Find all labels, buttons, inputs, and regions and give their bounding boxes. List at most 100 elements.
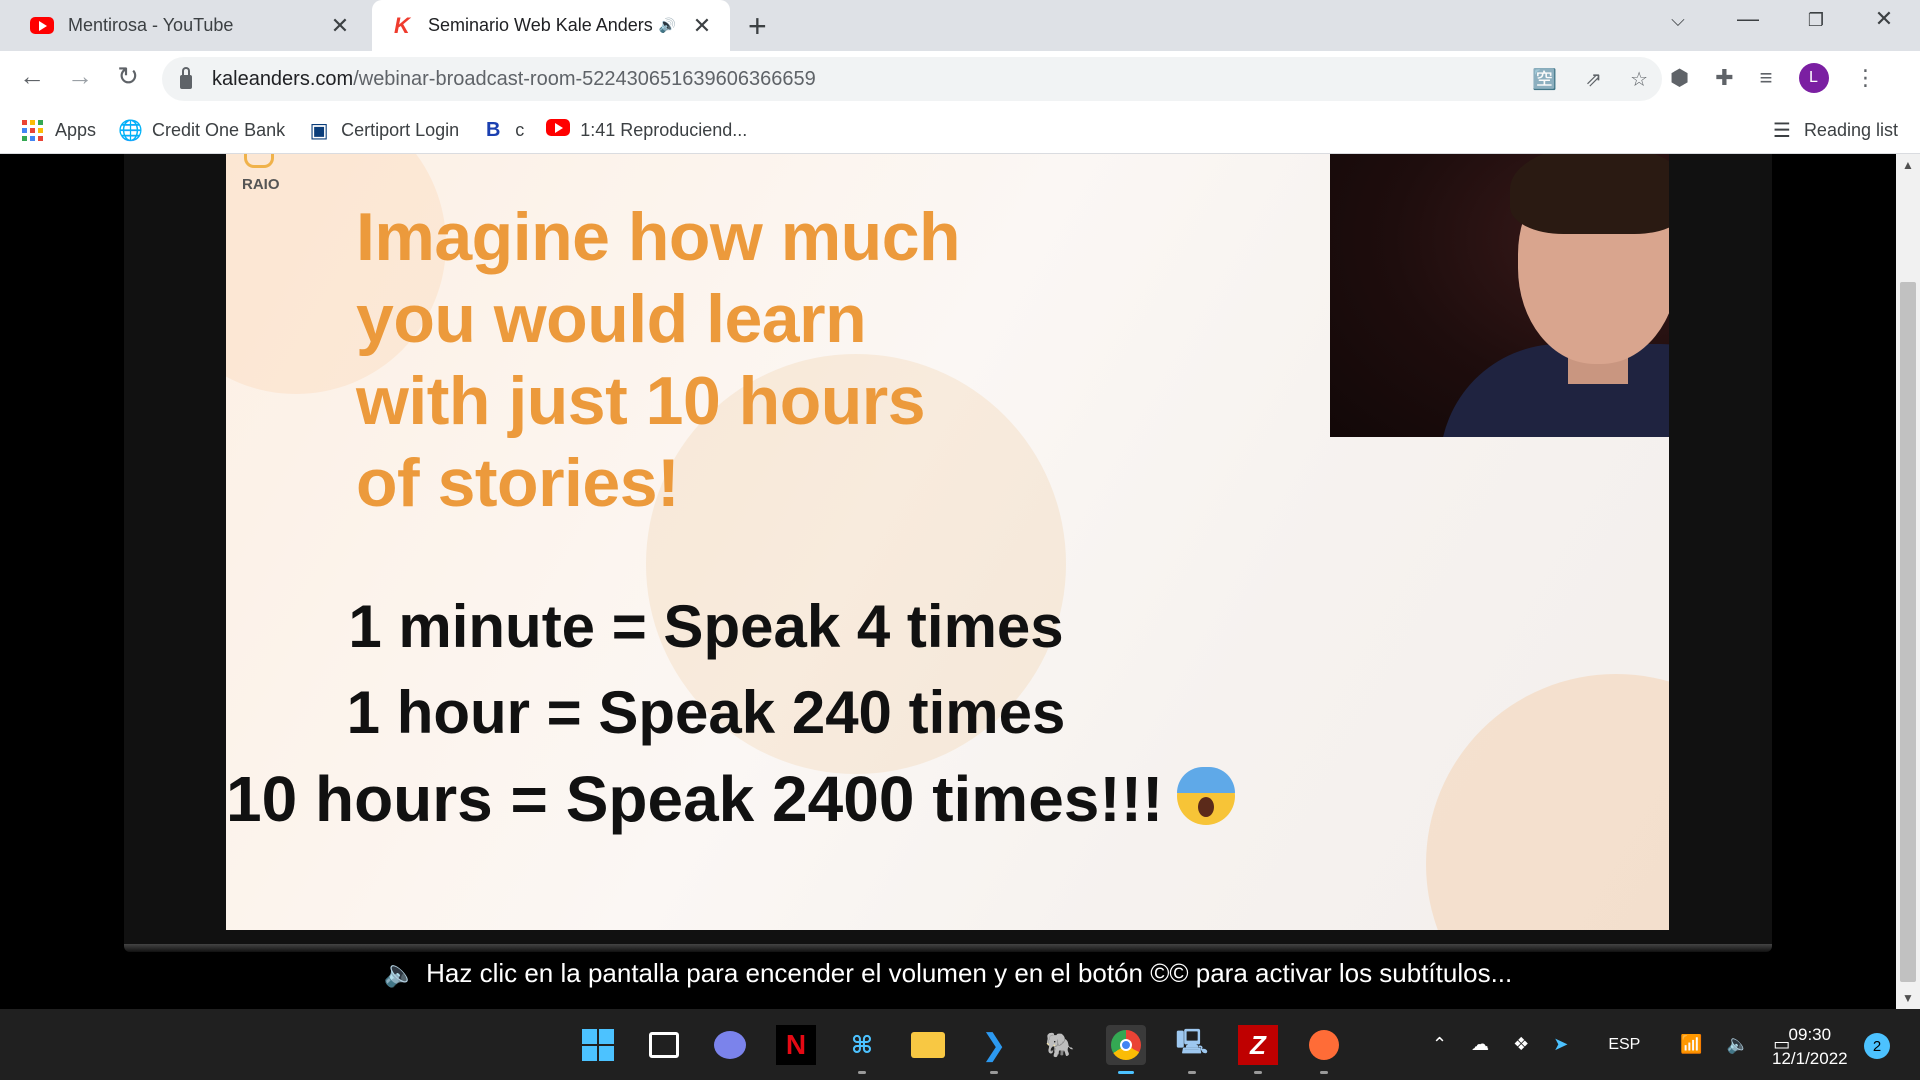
show-hidden-icons-chevron-icon[interactable]: ⌃ <box>1432 1034 1447 1055</box>
bookmark-star-icon[interactable]: ☆ <box>1630 67 1648 92</box>
player-bottom-edge <box>124 944 1772 952</box>
tab-search-icon[interactable]: ⌵ <box>1658 10 1698 31</box>
extension-shield-icon[interactable]: ⬢ <box>1670 65 1689 91</box>
bookmarks-bar: Apps 🌐 Credit One Bank ▣ Certiport Login… <box>0 107 1920 154</box>
remote-desktop-icon[interactable]: 🖳 <box>1172 1025 1212 1074</box>
dropbox-icon[interactable]: ❖ <box>1513 1034 1529 1055</box>
clock-time: 09:30 <box>1788 1025 1832 1044</box>
b-icon: B <box>485 118 501 141</box>
browser-toolbar: ← → ↻ kaleanders.com/webinar-broadcast-r… <box>0 51 1920 107</box>
reload-icon[interactable]: ↻ <box>110 61 146 92</box>
headline-line: of stories! <box>356 445 680 521</box>
back-arrow-icon[interactable]: ← <box>14 61 50 92</box>
kale-anders-icon: K <box>394 12 410 38</box>
presenter-video[interactable] <box>1330 154 1669 437</box>
presenter-hair <box>1510 154 1669 234</box>
volume-hint[interactable]: 🔈 Haz clic en la pantalla para encender e… <box>0 958 1896 989</box>
bookmark-youtube[interactable]: 1:41 Reproduciend... <box>546 118 748 142</box>
fact-line: 1 hour = Speak 240 times <box>346 679 1066 746</box>
extensions-puzzle-icon[interactable]: ✚ <box>1715 65 1733 91</box>
onedrive-cloud-icon[interactable]: ☁ <box>1471 1034 1489 1055</box>
bookmark-apps[interactable]: Apps <box>22 119 97 141</box>
filezilla-icon[interactable]: Z <box>1238 1025 1278 1074</box>
postman-icon[interactable] <box>1304 1025 1344 1074</box>
headline-line: Imagine how much <box>356 199 961 275</box>
close-tab-icon[interactable]: ✕ <box>690 13 714 39</box>
address-bar[interactable]: kaleanders.com/webinar-broadcast-room-52… <box>162 57 1662 101</box>
slide-headline: Imagine how much you would learn with ju… <box>356 196 1076 524</box>
url-host: kaleanders.com <box>212 67 354 90</box>
chrome-icon[interactable] <box>1106 1025 1146 1074</box>
bookmark-credit-one[interactable]: 🌐 Credit One Bank <box>118 118 285 143</box>
tab-strip: Mentirosa - YouTube ✕ K Seminario Web Ka… <box>0 0 1920 51</box>
network-app-icon[interactable]: ⌘ <box>842 1025 882 1074</box>
language-indicator[interactable]: ESP <box>1608 1036 1640 1054</box>
headline-line: you would learn <box>356 281 867 357</box>
vscode-icon[interactable]: ❯ <box>974 1025 1014 1074</box>
presenter-shirt <box>1440 344 1669 437</box>
minimize-icon[interactable]: — <box>1728 6 1768 32</box>
clock[interactable]: 09:30 12/1/2022 <box>1772 1023 1848 1071</box>
wifi-icon[interactable]: 📶 <box>1680 1034 1702 1055</box>
fact-line: 10 hours = Speak 2400 times!!! <box>226 763 1164 835</box>
slide-facts: 1 minute = Speak 4 times 1 hour = Speak … <box>226 584 1236 842</box>
screaming-face-emoji-icon <box>1177 767 1236 825</box>
speaker-icon: 🔈 <box>383 958 417 988</box>
bookmark-c[interactable]: B c <box>481 119 524 142</box>
windows-start-icon[interactable] <box>578 1025 618 1065</box>
clock-date: 12/1/2022 <box>1772 1049 1848 1068</box>
translate-icon[interactable]: 🈳 <box>1532 67 1557 92</box>
menu-kebab-icon[interactable]: ⋮ <box>1855 65 1877 91</box>
netflix-icon[interactable]: N <box>776 1025 816 1065</box>
profile-avatar[interactable]: L <box>1798 63 1829 93</box>
bookmark-label: 1:41 Reproduciend... <box>580 119 748 140</box>
file-explorer-icon[interactable] <box>908 1025 948 1065</box>
fact-line: 1 minute = Speak 4 times <box>348 593 1064 660</box>
media-queue-icon[interactable]: ≡ <box>1760 65 1773 91</box>
tab-webinar[interactable]: K Seminario Web Kale Anders 🔊 ✕ <box>372 0 730 51</box>
apps-grid-icon <box>22 119 43 141</box>
scroll-down-arrow-icon[interactable]: ▼ <box>1896 991 1920 1005</box>
reading-list[interactable]: ☰ Reading list <box>1770 118 1898 143</box>
close-tab-icon[interactable]: ✕ <box>328 13 352 39</box>
hint-text: Haz clic en la pantalla para encender el… <box>426 958 1513 988</box>
page-scrollbar[interactable]: ▲ ▼ <box>1896 154 1920 1009</box>
forward-arrow-icon[interactable]: → <box>62 61 98 92</box>
system-tray: ⌃ ☁ ❖ ➤ ESP 📶 🔈 ▭ <box>1432 1009 1790 1080</box>
url-path: /webinar-broadcast-room-5224306516396063… <box>353 67 816 90</box>
youtube-icon <box>546 118 571 142</box>
bookmark-label: c <box>515 119 525 140</box>
windows-taskbar: N ⌘ ❯ 🐘 🖳 Z ⌃ ☁ ❖ ➤ ESP 📶 🔈 ▭ 09:30 12/1… <box>0 1009 1920 1080</box>
raio-logo-icon <box>244 154 274 168</box>
notification-badge[interactable]: 2 <box>1864 1033 1890 1059</box>
bookmark-label: Apps <box>55 119 97 140</box>
reading-list-label: Reading list <box>1803 119 1898 140</box>
reading-list-icon: ☰ <box>1772 119 1791 142</box>
postgres-icon[interactable]: 🐘 <box>1040 1025 1080 1065</box>
youtube-icon <box>30 14 54 38</box>
scroll-up-arrow-icon[interactable]: ▲ <box>1896 158 1920 172</box>
new-tab-button[interactable]: + <box>748 8 767 45</box>
tab-youtube[interactable]: Mentirosa - YouTube ✕ <box>0 0 368 51</box>
tab-title: Seminario Web Kale Anders <box>428 15 653 35</box>
share-icon[interactable]: ⇗ <box>1585 67 1602 92</box>
task-view-icon[interactable] <box>644 1025 684 1065</box>
certiport-icon: ▣ <box>309 119 329 142</box>
tab-title: Mentirosa - YouTube <box>68 15 234 35</box>
location-arrow-icon[interactable]: ➤ <box>1553 1034 1568 1055</box>
brand-label: RAIO <box>242 176 280 193</box>
fact-line-highlight: 10 hours = Speak 2400 times!!! <box>226 756 1236 842</box>
scroll-thumb[interactable] <box>1900 282 1916 982</box>
bookmark-label: Credit One Bank <box>152 119 286 140</box>
lock-icon[interactable] <box>180 67 192 89</box>
restore-icon[interactable]: ❐ <box>1796 10 1836 31</box>
bookmark-label: Certiport Login <box>341 119 460 140</box>
audio-playing-icon[interactable]: 🔊 <box>659 17 676 34</box>
globe-icon: 🌐 <box>118 119 143 142</box>
teams-chat-icon[interactable] <box>710 1025 750 1065</box>
bookmark-certiport[interactable]: ▣ Certiport Login <box>307 118 460 143</box>
headline-line: with just 10 hours <box>356 363 926 439</box>
close-window-icon[interactable]: ✕ <box>1864 6 1904 32</box>
volume-icon[interactable]: 🔈 <box>1727 1034 1749 1055</box>
presentation-slide[interactable]: RAIO Imagine how much you would learn wi… <box>226 154 1669 930</box>
